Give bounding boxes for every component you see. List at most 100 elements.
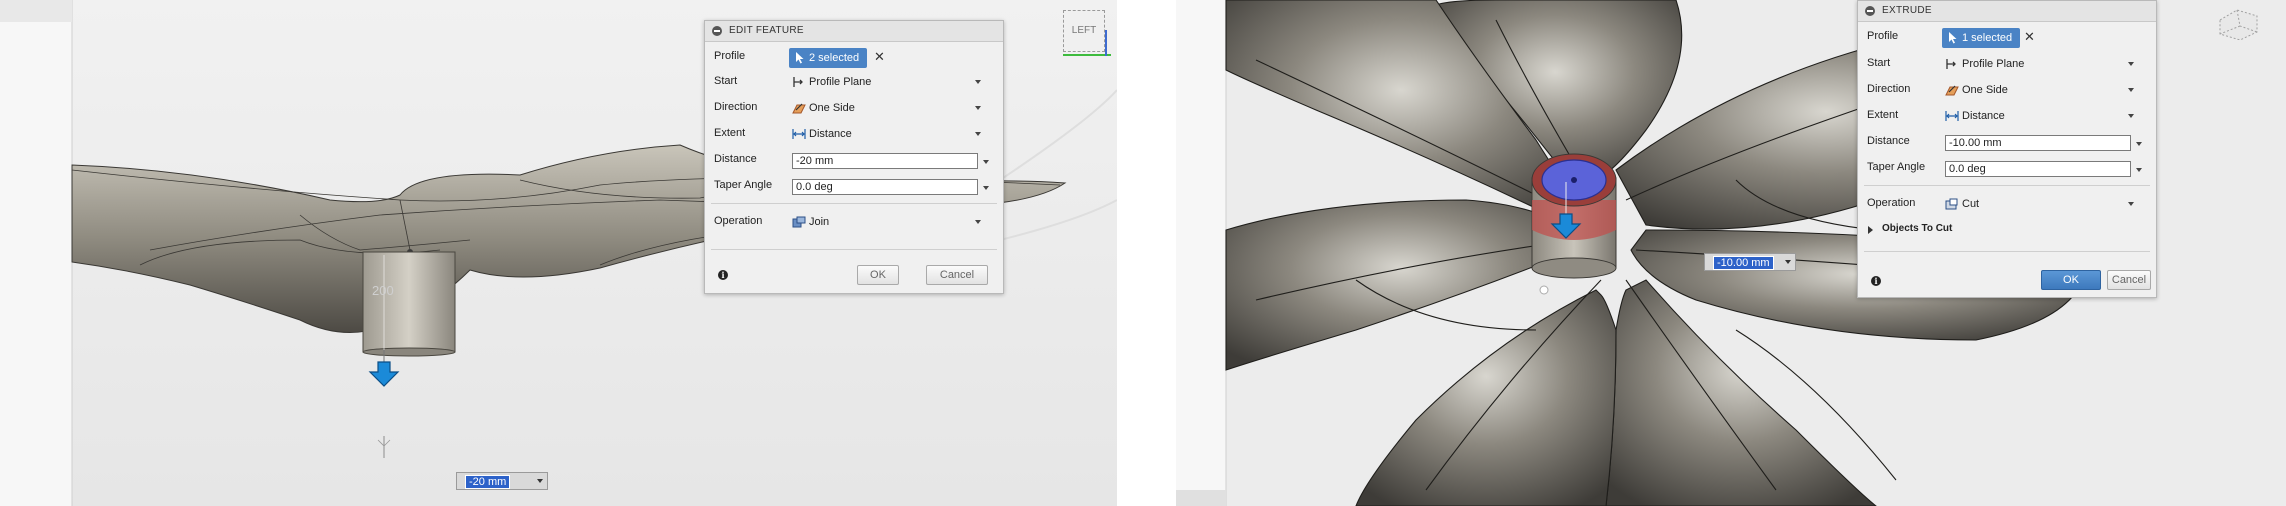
collapse-icon[interactable] (1865, 6, 1875, 16)
operation-row: Operation Cut (1858, 193, 2156, 215)
direction-select[interactable]: One Side (1942, 81, 2138, 99)
one-side-icon (1945, 85, 1959, 96)
clear-selection-icon[interactable]: ✕ (874, 50, 885, 64)
chevron-down-icon[interactable] (2136, 142, 2142, 146)
distance-input[interactable]: -20 mm (792, 153, 978, 169)
pivot-point (1539, 285, 1549, 295)
panel-gap (1117, 0, 1176, 506)
chevron-down-icon[interactable] (983, 160, 989, 164)
taper-angle-label: Taper Angle (714, 179, 773, 191)
cube-icon (2219, 9, 2258, 41)
cut-icon (1945, 198, 1958, 210)
left-ghost-dimension: 200 (372, 283, 394, 298)
chevron-down-icon (975, 220, 981, 224)
extent-label: Extent (1867, 109, 1899, 121)
collapse-icon[interactable] (712, 26, 722, 36)
distance-input[interactable]: -10.00 mm (1945, 135, 2131, 151)
operation-row: Operation Join (705, 211, 1003, 233)
operation-value: Cut (1962, 198, 1980, 210)
taper-angle-label: Taper Angle (1867, 161, 1926, 173)
taper-angle-row: Taper Angle 0.0 deg (705, 175, 1003, 197)
taper-angle-row: Taper Angle 0.0 deg (1858, 157, 2156, 179)
left-dimension-manipulator[interactable]: -20 mm (456, 472, 548, 490)
chevron-down-icon (2128, 88, 2134, 92)
direction-select[interactable]: One Side (789, 99, 985, 117)
extent-select[interactable]: Distance (789, 125, 985, 143)
start-row: Start Profile Plane (1858, 53, 2156, 75)
profile-label: Profile (714, 50, 746, 62)
info-icon[interactable]: i (718, 270, 728, 280)
profile-row: Profile 1 selected ✕ (1858, 26, 2156, 48)
right-dimension-value[interactable]: -10.00 mm (1713, 256, 1774, 270)
operation-value: Join (809, 216, 830, 228)
chevron-down-icon[interactable] (1785, 260, 1791, 264)
profile-plane-icon (1946, 59, 1956, 69)
operation-select[interactable]: Join (789, 213, 985, 231)
cursor-icon (796, 52, 804, 64)
dialog-title: EDIT FEATURE (729, 25, 804, 36)
join-icon (792, 216, 806, 228)
right-extrude-cylinder[interactable] (1531, 153, 1617, 279)
chevron-down-icon (2128, 62, 2134, 66)
profile-plane-icon (793, 77, 803, 87)
start-label: Start (1867, 57, 1891, 69)
right-dimension-manipulator[interactable]: -10.00 mm (1704, 253, 1796, 271)
start-select[interactable]: Profile Plane (789, 73, 985, 91)
left-browser-strip (0, 0, 72, 506)
start-select[interactable]: Profile Plane (1942, 55, 2138, 73)
profile-selection-button[interactable]: 1 selected (1942, 28, 2021, 48)
chevron-down-icon[interactable] (2136, 168, 2142, 172)
left-extrude-cylinder[interactable] (362, 251, 456, 357)
left-dimension-value[interactable]: -20 mm (465, 475, 511, 489)
start-value: Profile Plane (809, 76, 872, 88)
chevron-down-icon (2128, 114, 2134, 118)
objects-to-cut-label[interactable]: Objects To Cut (1882, 223, 1952, 234)
chevron-down-icon[interactable] (537, 479, 543, 483)
clear-selection-icon[interactable]: ✕ (2024, 30, 2035, 44)
chevron-down-icon (975, 106, 981, 110)
expand-triangle-icon[interactable] (1868, 226, 1873, 234)
distance-row: Distance -10.00 mm (1858, 131, 2156, 153)
operation-select[interactable]: Cut (1942, 195, 2138, 213)
cancel-button[interactable]: Cancel (2107, 270, 2151, 290)
dialog-title-bar[interactable]: EXTRUDE (1858, 1, 2156, 22)
distance-label: Distance (1867, 135, 1910, 147)
extent-row: Extent Distance (1858, 105, 2156, 127)
taper-angle-input[interactable]: 0.0 deg (792, 179, 978, 195)
taper-angle-input[interactable]: 0.0 deg (1945, 161, 2131, 177)
divider (711, 249, 997, 250)
chevron-down-icon (975, 80, 981, 84)
dialog-title-bar[interactable]: EDIT FEATURE (705, 21, 1003, 42)
cursor-icon (1949, 32, 1957, 44)
direction-row: Direction One Side (1858, 79, 2156, 101)
start-label: Start (714, 75, 738, 87)
distance-row: Distance -20 mm (705, 149, 1003, 171)
extent-row: Extent Distance (705, 123, 1003, 145)
profile-selection-button[interactable]: 2 selected (789, 48, 868, 68)
profile-selection-text: 1 selected (1962, 32, 2013, 44)
distance-label: Distance (714, 153, 757, 165)
extent-select[interactable]: Distance (1942, 107, 2138, 125)
profile-selection-text: 2 selected (809, 52, 860, 64)
start-value: Profile Plane (1962, 58, 2025, 70)
ok-button[interactable]: OK (857, 265, 899, 285)
direction-label: Direction (714, 101, 758, 113)
right-viewport-panel: EXTRUDE Profile 1 selected ✕ Start Profi… (1176, 0, 2286, 506)
extent-label: Extent (714, 127, 746, 139)
ok-button[interactable]: OK (2041, 270, 2101, 290)
distance-icon (1945, 111, 1959, 121)
direction-row: Direction One Side (705, 97, 1003, 119)
one-side-icon (792, 103, 806, 114)
edit-feature-dialog: EDIT FEATURE Profile 2 selected ✕ Start … (704, 20, 1004, 294)
cancel-button[interactable]: Cancel (926, 265, 988, 285)
divider (1864, 251, 2150, 252)
viewcube-face-left[interactable]: LEFT (1063, 10, 1105, 52)
left-viewcube[interactable]: LEFT (1063, 10, 1111, 56)
left-viewport-panel: 200 LEFT EDIT FEATURE Profile 2 selected (0, 0, 1117, 506)
direction-value: One Side (1962, 84, 2008, 96)
chevron-down-icon[interactable] (983, 186, 989, 190)
objects-to-cut-row[interactable]: Objects To Cut (1858, 219, 2156, 241)
info-icon[interactable]: i (1871, 276, 1881, 286)
right-viewcube[interactable] (2212, 0, 2262, 41)
profile-label: Profile (1867, 30, 1899, 42)
